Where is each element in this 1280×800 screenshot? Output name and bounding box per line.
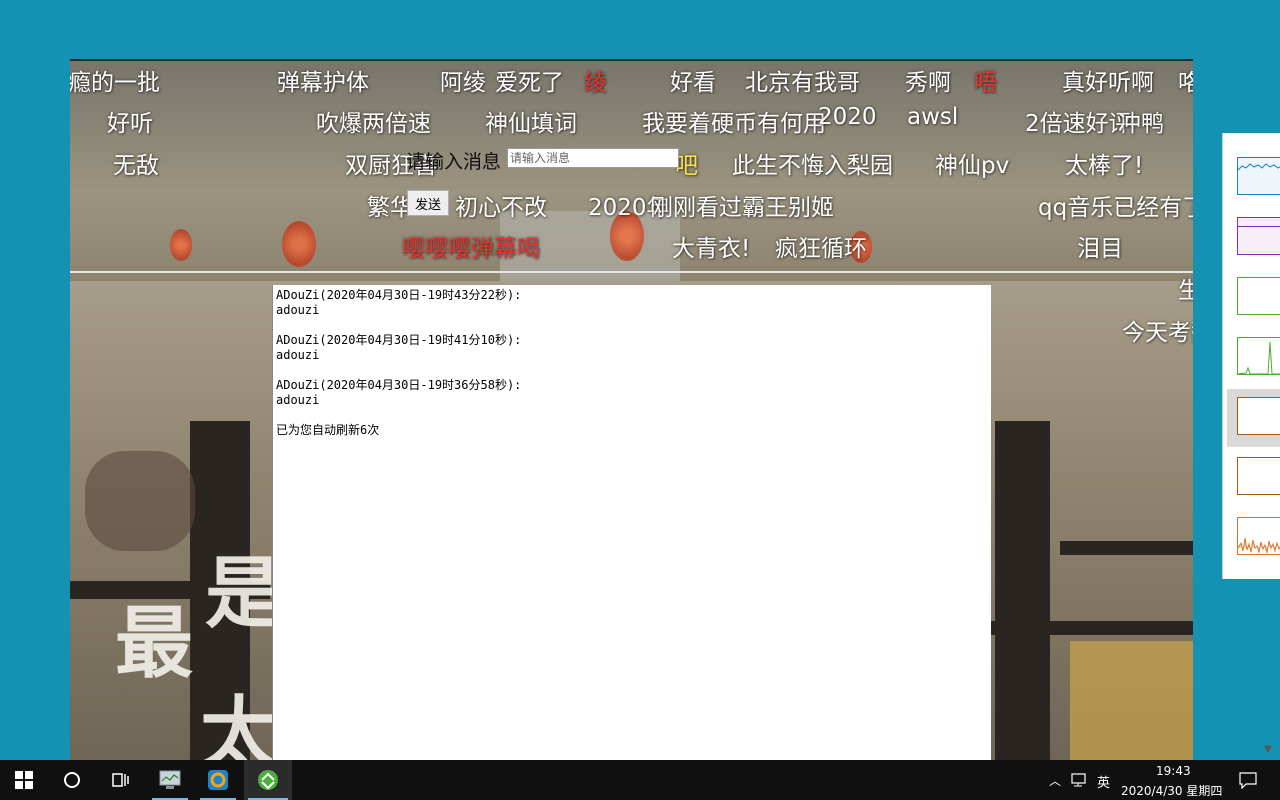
background-pillar <box>995 421 1050 761</box>
background-char: 最 <box>115 598 194 689</box>
message-input[interactable] <box>507 148 679 168</box>
start-button[interactable] <box>0 760 48 800</box>
danmaku-comment: 好看 <box>670 70 716 96</box>
danmaku-comment: 生 <box>1178 271 1193 305</box>
message-header: ADouZi(2020年04月30日-19时36分58秒): <box>276 378 522 392</box>
gpu-graph[interactable] <box>1237 517 1280 555</box>
message-header: ADouZi(2020年04月30日-19时41分10秒): <box>276 333 522 347</box>
search-icon <box>64 772 80 788</box>
taskbar: ︿ 英 19:43 2020/4/30 星期四 <box>0 760 1280 800</box>
danmaku-comment: 刚刚看过霸王别姬 <box>650 195 834 221</box>
lantern-decoration <box>282 221 316 267</box>
cpu-graph[interactable] <box>1237 157 1280 195</box>
message-header: ADouZi(2020年04月30日-19时43分22秒): <box>276 288 522 302</box>
disk2-graph[interactable] <box>1237 337 1280 375</box>
app-browser-icon <box>208 770 228 790</box>
taskbar-app-green[interactable] <box>244 760 292 800</box>
danmaku-comment: 爱死了 <box>495 70 564 96</box>
danmaku-comment: 大青衣! <box>672 236 751 262</box>
disk-graph[interactable] <box>1237 277 1280 315</box>
header-divider <box>70 271 1193 273</box>
danmaku-comment: 太棒了! <box>1065 153 1144 179</box>
danmaku-comment: qq音乐已经有了 <box>1038 195 1193 221</box>
danmaku-comment: 吹爆两倍速 <box>316 111 431 137</box>
danmaku-comment: 嘤嘤嘤弹幕喝 <box>402 236 540 262</box>
network-graph[interactable] <box>1237 397 1280 435</box>
background-char: 太 <box>200 688 279 762</box>
danmaku-comment: 北京有我哥 <box>745 70 860 96</box>
refresh-status: 已为您自动刷新6次 <box>276 423 380 437</box>
clock-time[interactable]: 19:43 <box>1156 764 1191 778</box>
ime-indicator[interactable]: 英 <box>1097 772 1110 791</box>
message-item: ADouZi(2020年04月30日-19时41分10秒): adouzi <box>276 333 988 363</box>
danmaku-comment: 泪目 <box>1077 236 1123 262</box>
scroll-down-icon[interactable]: ▼ <box>1264 744 1272 755</box>
danmaku-comment: 2倍速好评 <box>1025 111 1132 137</box>
danmaku-comment: 2020 <box>818 104 877 130</box>
danmaku-comment: 唔 <box>974 70 997 96</box>
danmaku-comment: awsl <box>907 104 959 130</box>
app-monitor-icon <box>159 770 181 789</box>
danmaku-comment: 无敌 <box>113 153 159 179</box>
danmaku-comment: 真好听啊 <box>1062 70 1154 96</box>
performance-panel <box>1222 133 1280 579</box>
message-list: ADouZi(2020年04月30日-19时43分22秒): adouzi AD… <box>272 285 991 762</box>
lantern-decoration <box>170 229 192 261</box>
memory-graph[interactable] <box>1237 217 1280 255</box>
danmaku-comment: 此生不悔入梨园 <box>732 153 893 179</box>
taskbar-app-browser[interactable] <box>196 760 240 800</box>
danmaku-comment: 弹幕护体 <box>277 70 369 96</box>
danmaku-comment: 瘾的一批 <box>70 70 160 96</box>
background-light <box>1070 641 1193 762</box>
send-button[interactable]: 发送 <box>407 190 449 216</box>
web-page: 最 是 太 瘾的一批 弹幕护体 阿绫 爱死了 绫 好看 北京有我哥 秀啊 唔 真… <box>70 59 1193 762</box>
message-body: adouzi <box>276 303 320 317</box>
danmaku-comment: 冲鸭 <box>1118 111 1164 137</box>
notification-icon[interactable] <box>1239 772 1257 789</box>
message-item: ADouZi(2020年04月30日-19时36分58秒): adouzi <box>276 378 988 408</box>
danmaku-comment: 咯 <box>1178 63 1193 97</box>
background-rail <box>1060 541 1193 555</box>
message-item: ADouZi(2020年04月30日-19时43分22秒): adouzi <box>276 288 988 318</box>
danmaku-comment: 神仙填词 <box>485 111 577 137</box>
app-green-icon <box>258 770 278 790</box>
danmaku-comment: 疯狂循环 <box>775 236 867 262</box>
task-view-icon <box>112 773 129 787</box>
background-crowd <box>85 451 195 551</box>
danmaku-comment: 神仙pv <box>935 153 1010 179</box>
danmaku-comment: 初心不改 <box>455 195 547 221</box>
danmaku-comment: 秀啊 <box>905 70 951 96</box>
start-icon <box>15 771 33 789</box>
network-icon[interactable] <box>1071 773 1089 788</box>
message-body: adouzi <box>276 393 320 407</box>
danmaku-comment: 绫 <box>584 70 607 96</box>
search-button[interactable] <box>48 760 96 800</box>
tray-expand-icon[interactable]: ︿ <box>1049 772 1061 789</box>
danmaku-comment: 我要着硬币有何用 <box>642 111 826 137</box>
task-view-button[interactable] <box>96 760 144 800</box>
danmaku-comment: 阿绫 <box>440 70 486 96</box>
danmaku-comment: 今天考翻 <box>1122 320 1193 346</box>
taskbar-app-monitor[interactable] <box>148 760 192 800</box>
message-body: adouzi <box>276 348 320 362</box>
background-rail <box>991 621 1193 635</box>
network2-graph[interactable] <box>1237 457 1280 495</box>
danmaku-comment: 好听 <box>107 111 153 137</box>
input-label: 请输入消息 <box>406 151 502 173</box>
clock-date[interactable]: 2020/4/30 星期四 <box>1121 782 1222 799</box>
